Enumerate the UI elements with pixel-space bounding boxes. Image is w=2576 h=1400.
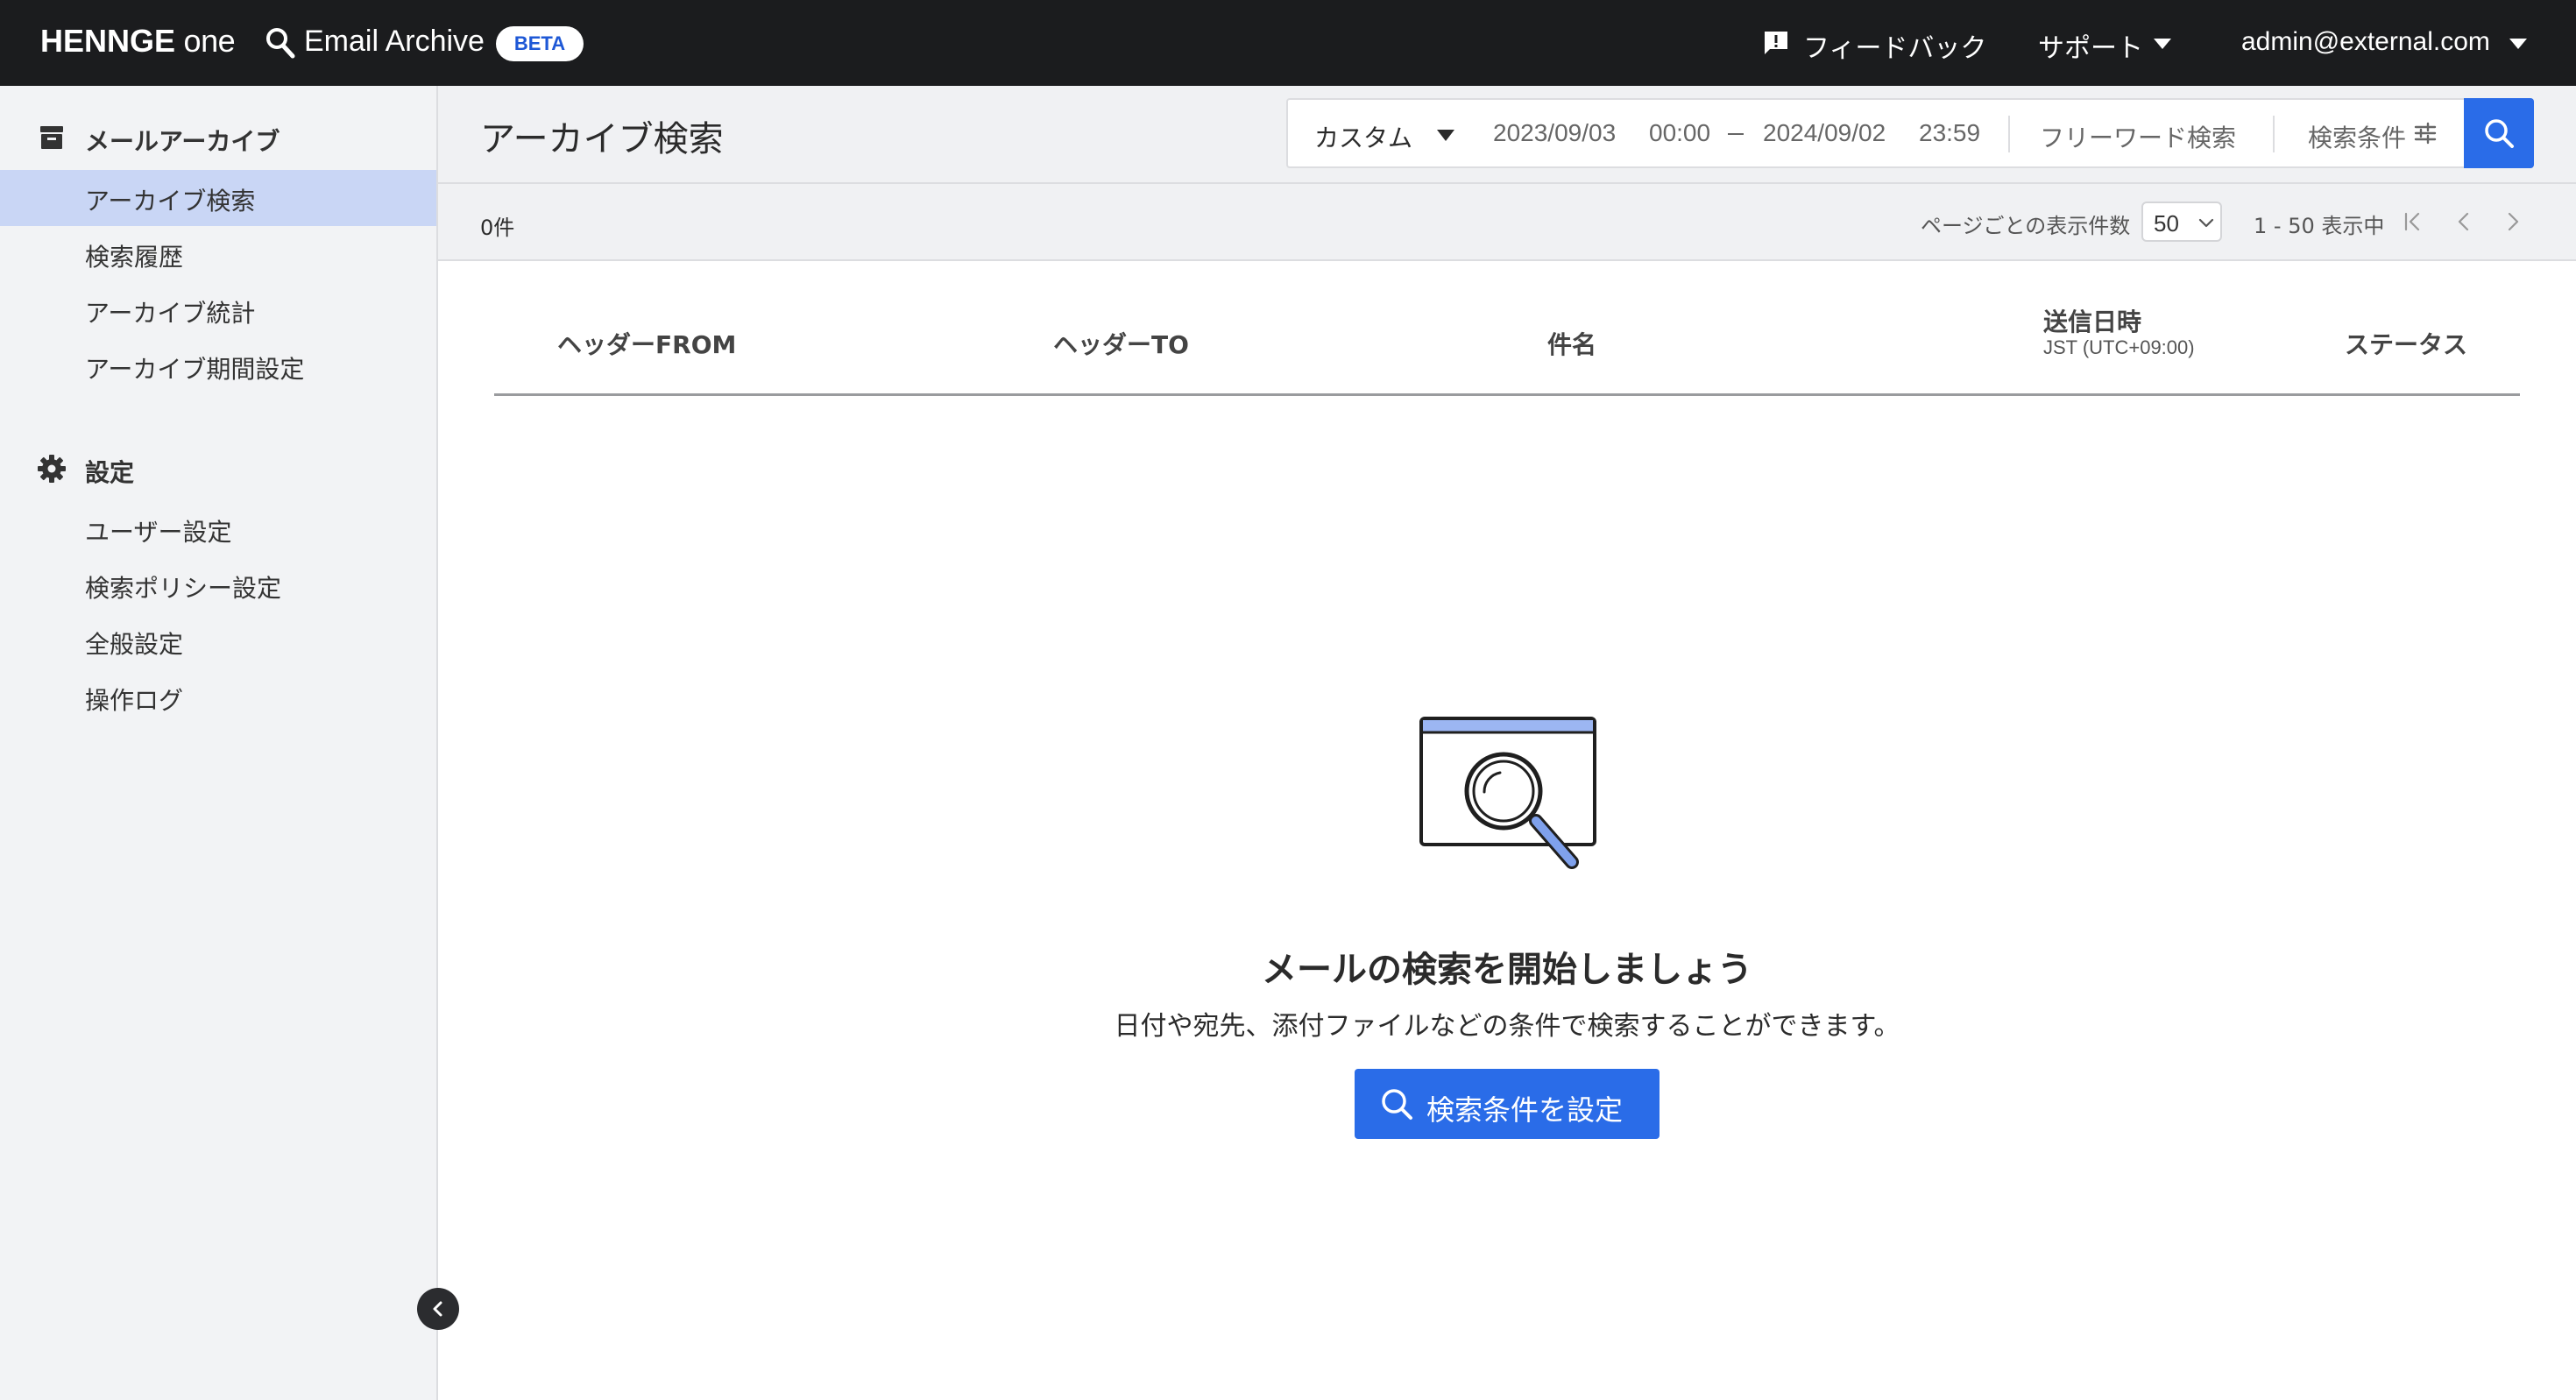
sidebar-section-mail-archive: メールアーカイブ — [85, 127, 280, 156]
divider — [2008, 116, 2010, 152]
column-header-sent-date[interactable]: 送信日時 — [2043, 303, 2141, 338]
empty-state-title: メールの検索を開始しましょう — [1262, 950, 1752, 990]
results-table-header: ヘッダーFROM ヘッダーTO 件名 送信日時 JST (UTC+09:00) … — [494, 300, 2520, 396]
sidebar-item-search-policy-settings[interactable]: 検索ポリシー設定 — [0, 557, 436, 613]
empty-state-description: 日付や宛先、添付ファイルなどの条件で検索することができます。 — [1114, 1011, 1900, 1042]
support-menu[interactable]: サポート — [2038, 26, 2143, 65]
feedback-link[interactable]: フィードバック — [1803, 26, 1986, 65]
chevron-down-icon[interactable] — [2509, 39, 2527, 49]
sliders-icon[interactable] — [2413, 121, 2438, 145]
gear-icon — [38, 455, 66, 483]
search-window-illustration — [1419, 717, 1596, 869]
henngeone-logo[interactable]: HENNGE one — [40, 23, 236, 60]
sidebar-item-label: アーカイブ統計 — [85, 299, 256, 328]
column-header-to[interactable]: ヘッダーTO — [1053, 326, 1189, 361]
brand-main: HENNGE — [40, 23, 176, 59]
search-icon — [266, 28, 295, 59]
per-page-label: ページごとの表示件数 — [1921, 214, 2131, 238]
sidebar-item-archive-period-settings[interactable]: アーカイブ期間設定 — [0, 338, 436, 394]
sidebar-item-label: ユーザー設定 — [85, 518, 232, 547]
beta-badge: BETA — [496, 26, 584, 61]
search-icon — [1382, 1089, 1412, 1120]
results-toolbar: 0件 ページごとの表示件数 50 1 - 50 表示中 — [438, 184, 2576, 261]
brand-sub: one — [183, 23, 236, 59]
sidebar-item-label: 検索ポリシー設定 — [85, 574, 282, 603]
sidebar-item-user-settings[interactable]: ユーザー設定 — [0, 501, 436, 557]
sidebar-item-search-history[interactable]: 検索履歴 — [0, 226, 436, 282]
sidebar-item-label: アーカイブ検索 — [85, 187, 256, 216]
column-header-subject[interactable]: 件名 — [1547, 326, 1596, 361]
first-page-icon[interactable] — [2401, 209, 2425, 235]
result-count: 0件 — [480, 216, 515, 240]
from-date-field[interactable]: 2023/09/03 — [1493, 119, 1616, 147]
sidebar-item-label: 全般設定 — [85, 630, 184, 659]
page-range-info: 1 - 50 表示中 — [2254, 214, 2385, 238]
account-menu[interactable]: admin@external.com — [2241, 27, 2490, 57]
search-bar: カスタム 2023/09/03 00:00 2024/09/02 23:59 フ… — [1286, 98, 2534, 168]
sidebar-item-label: 操作ログ — [85, 686, 184, 715]
search-submit-button[interactable] — [2464, 98, 2534, 168]
sidebar-item-archive-search[interactable]: アーカイブ検索 — [0, 170, 436, 226]
range-separator — [1728, 133, 1744, 135]
sidebar: メールアーカイブ アーカイブ検索 検索履歴 アーカイブ統計 アーカイブ期間設定 … — [0, 86, 438, 1400]
caret-down-icon[interactable] — [1437, 130, 1454, 141]
page-header: アーカイブ検索 カスタム 2023/09/03 00:00 2024/09/02… — [438, 86, 2576, 184]
top-navigation-bar: HENNGE one Email Archive BETA フィードバック サポ… — [0, 0, 2576, 86]
per-page-select[interactable]: 50 — [2141, 202, 2222, 242]
next-page-icon[interactable] — [2501, 209, 2525, 235]
page-title: アーカイブ検索 — [480, 119, 724, 159]
set-search-conditions-button[interactable]: 検索条件を設定 — [1355, 1069, 1660, 1139]
app-name: Email Archive — [304, 25, 485, 58]
search-icon — [2485, 119, 2514, 148]
sidebar-item-archive-stats[interactable]: アーカイブ統計 — [0, 282, 436, 338]
column-header-status[interactable]: ステータス — [2345, 326, 2467, 361]
collapse-sidebar-button[interactable] — [417, 1288, 459, 1330]
sidebar-item-general-settings[interactable]: 全般設定 — [0, 613, 436, 669]
feedback-icon[interactable] — [1763, 30, 1789, 56]
chevron-left-icon — [433, 1301, 442, 1317]
search-conditions-button[interactable]: 検索条件 — [2308, 119, 2406, 154]
sidebar-item-label: 検索履歴 — [85, 243, 184, 272]
archive-icon — [40, 126, 63, 149]
sidebar-item-label: アーカイブ期間設定 — [85, 355, 305, 384]
chevron-down-icon — [2198, 218, 2214, 228]
previous-page-icon[interactable] — [2452, 209, 2476, 235]
divider — [2273, 116, 2275, 152]
sidebar-section-settings: 設定 — [85, 458, 135, 487]
date-range-mode-select[interactable]: カスタム — [1314, 119, 1412, 154]
free-word-search-input[interactable]: フリーワード検索 — [2040, 119, 2236, 154]
chevron-down-icon[interactable] — [2154, 39, 2171, 49]
sidebar-item-operation-log[interactable]: 操作ログ — [0, 669, 436, 725]
column-header-from[interactable]: ヘッダーFROM — [557, 326, 736, 361]
set-search-conditions-label: 検索条件を設定 — [1426, 1093, 1624, 1127]
from-time-field[interactable]: 00:00 — [1649, 119, 1710, 147]
to-date-field[interactable]: 2024/09/02 — [1763, 119, 1886, 147]
column-header-timezone: JST (UTC+09:00) — [2043, 336, 2195, 358]
to-time-field[interactable]: 23:59 — [1919, 119, 1980, 147]
per-page-value: 50 — [2154, 210, 2179, 237]
